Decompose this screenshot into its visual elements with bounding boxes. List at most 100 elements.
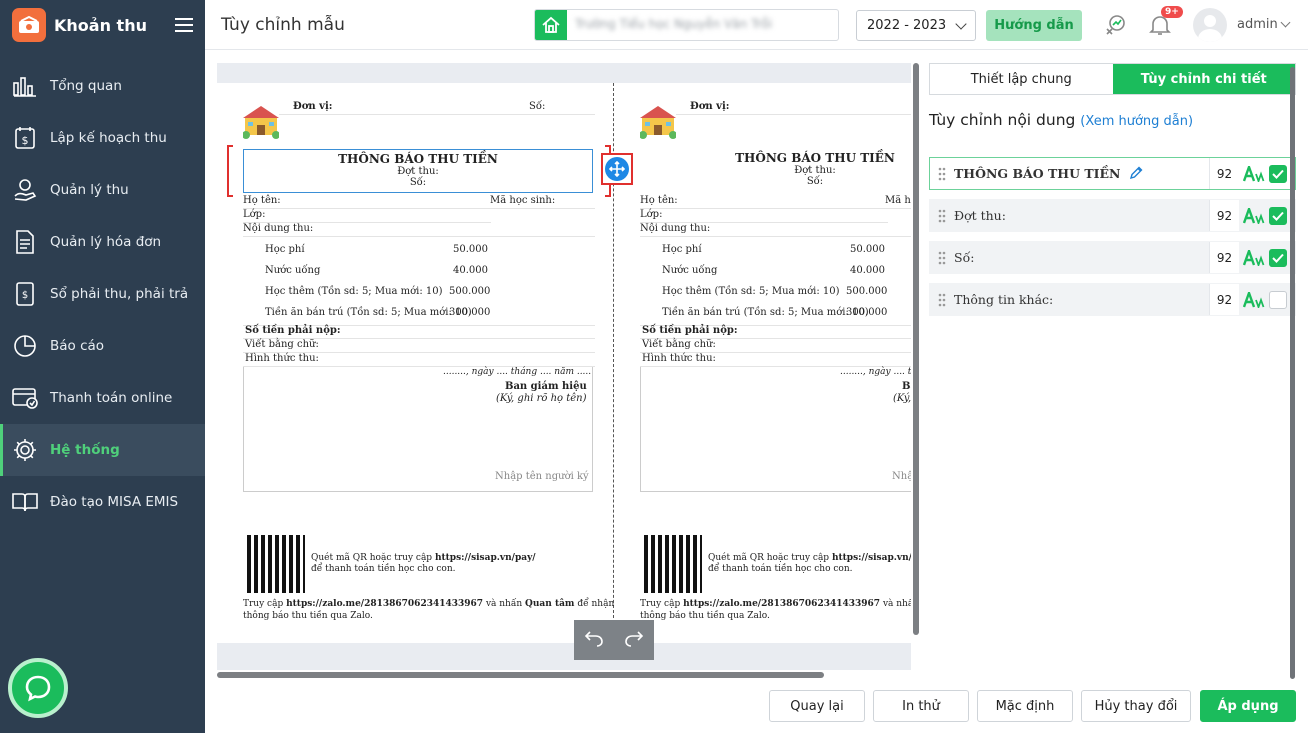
- date-line: ........, ngày .... tháng .... năm .....: [443, 367, 592, 377]
- guide-link[interactable]: (Xem hướng dẫn): [1080, 114, 1193, 129]
- class-label: Lớp:: [640, 209, 663, 220]
- content-item[interactable]: THÔNG BÁO THU TIỀN 92: [929, 157, 1296, 190]
- sidebar-item-quan-ly-thu[interactable]: Quản lý thu: [0, 164, 205, 216]
- school-selector[interactable]: Trường Tiểu học Nguyễn Văn Trỗi: [534, 9, 839, 41]
- font-style-icon[interactable]: [1239, 165, 1269, 182]
- move-handle[interactable]: [601, 153, 633, 185]
- sidebar-item-he-thong[interactable]: Hệ thống: [0, 424, 205, 476]
- no-label: Số:: [409, 177, 427, 188]
- user-name[interactable]: admin: [1237, 17, 1278, 32]
- avatar[interactable]: [1193, 8, 1227, 42]
- gear-icon: [12, 437, 38, 463]
- qr-text-2: để thanh toán tiền học cho con.: [311, 564, 456, 574]
- fee-amount: 40.000: [453, 265, 488, 276]
- preview-horizontal-scrollbar[interactable]: [217, 672, 824, 678]
- panel-tabs: Thiết lập chung Tùy chỉnh chi tiết: [929, 63, 1296, 95]
- search-trend-icon[interactable]: [1100, 10, 1130, 40]
- panel-heading: Tùy chỉnh nội dung (Xem hướng dẫn): [929, 111, 1194, 129]
- qr-text: Quét mã QR hoặc truy cập https://sisap.v…: [311, 553, 536, 563]
- sidebar-item-so-phai-thu[interactable]: $ Sổ phải thu, phải trả: [0, 268, 205, 320]
- sidebar-item-lap-ke-hoach-thu[interactable]: $ Lập kế hoạch thu: [0, 112, 205, 164]
- number-label: Số:: [529, 101, 546, 112]
- sidebar-item-label: Báo cáo: [50, 338, 105, 354]
- unit-label: Đơn vị:: [690, 101, 730, 112]
- tab-general-settings[interactable]: Thiết lập chung: [930, 64, 1113, 94]
- zalo-text-2: thông báo thu tiền qua Zalo.: [243, 611, 373, 621]
- chat-button[interactable]: [8, 658, 68, 718]
- tab-detail-settings[interactable]: Tùy chỉnh chi tiết: [1112, 64, 1295, 94]
- drag-handle-icon[interactable]: [930, 293, 954, 307]
- visibility-checkbox[interactable]: [1269, 206, 1287, 225]
- font-style-icon[interactable]: [1239, 291, 1269, 308]
- content-label: Nội dung thu:: [640, 223, 711, 234]
- font-size-input[interactable]: 92: [1209, 158, 1239, 189]
- fee-name: Học thêm (Tồn sd: 5; Mua mới: 10): [265, 286, 443, 297]
- preview-vertical-scrollbar[interactable]: [913, 63, 919, 635]
- panel-scrollbar[interactable]: [1290, 67, 1295, 679]
- font-style-icon[interactable]: [1239, 207, 1269, 224]
- font-style-icon[interactable]: [1239, 249, 1269, 266]
- fee-name: Học thêm (Tồn sd: 5; Mua mới: 10): [662, 286, 840, 297]
- qr-text-2: để thanh toán tiền học cho con.: [708, 564, 853, 574]
- undo-redo-bar: [574, 620, 654, 660]
- fee-amount: 500.000: [846, 286, 888, 297]
- visibility-checkbox[interactable]: [1269, 164, 1287, 183]
- brand: Khoản thu: [0, 0, 205, 50]
- font-size-input[interactable]: 92: [1209, 242, 1239, 273]
- school-year-select[interactable]: 2022 - 2023: [856, 10, 976, 41]
- fee-amount: 50.000: [453, 244, 488, 255]
- name-label: Họ tên:: [243, 195, 281, 206]
- method-label: Hình thức thu:: [642, 353, 716, 364]
- fee-name: Tiền ăn bán trú (Tồn sd: 5; Mua mới: 10): [265, 307, 472, 318]
- dollar-doc-icon: $: [12, 125, 38, 151]
- class-label: Lớp:: [243, 209, 266, 220]
- font-size-input[interactable]: 92: [1209, 284, 1239, 315]
- apply-button[interactable]: Áp dụng: [1200, 690, 1296, 722]
- in-words-label: Viết bằng chữ:: [245, 339, 319, 350]
- chevron-down-icon[interactable]: [1280, 17, 1291, 28]
- brand-title: Khoản thu: [54, 15, 147, 35]
- move-arrows-icon: [605, 157, 629, 181]
- menu-toggle-icon[interactable]: [175, 18, 193, 32]
- sidebar-item-dao-tao[interactable]: Đào tạo MISA EMIS: [0, 476, 205, 528]
- svg-text:$: $: [22, 290, 28, 301]
- signer-note: (Ký, ghi rõ họ tên): [496, 393, 587, 404]
- sidebar-item-thanh-toan-online[interactable]: Thanh toán online: [0, 372, 205, 424]
- zalo-text: Truy cập https://zalo.me/281386706234143…: [640, 599, 911, 609]
- drag-handle-icon[interactable]: [930, 251, 954, 265]
- content-item[interactable]: Thông tin khác: 92: [929, 283, 1296, 316]
- visibility-checkbox[interactable]: [1269, 248, 1287, 267]
- signer-name-input[interactable]: Nhập tên người ký: [495, 471, 589, 482]
- font-size-input[interactable]: 92: [1209, 200, 1239, 231]
- back-button[interactable]: Quay lại: [769, 690, 865, 722]
- print-test-button[interactable]: In thử: [873, 690, 969, 722]
- receipt-title-block[interactable]: THÔNG BÁO THU TIỀN Đợt thu: Số:: [243, 149, 593, 193]
- sidebar-item-bao-cao[interactable]: Báo cáo: [0, 320, 205, 372]
- sidebar-item-label: Hệ thống: [50, 442, 120, 458]
- sidebar-item-label: Lập kế hoạch thu: [50, 130, 167, 146]
- sidebar-item-label: Quản lý thu: [50, 182, 129, 198]
- guide-button[interactable]: Hướng dẫn: [986, 10, 1082, 41]
- method-label: Hình thức thu:: [245, 353, 319, 364]
- open-book-icon: [12, 489, 38, 515]
- redo-icon[interactable]: [624, 629, 644, 651]
- home-icon: [535, 10, 567, 40]
- svg-text:$: $: [22, 134, 29, 147]
- content-item-list: THÔNG BÁO THU TIỀN 92 Đợt thu: 92 Số: 92…: [929, 157, 1296, 316]
- visibility-checkbox[interactable]: [1269, 290, 1287, 309]
- sidebar-item-quan-ly-hoa-don[interactable]: Quản lý hóa đơn: [0, 216, 205, 268]
- fee-amount: 300.000: [846, 307, 888, 318]
- undo-icon[interactable]: [584, 629, 604, 651]
- drag-handle-icon[interactable]: [930, 167, 954, 181]
- content-item[interactable]: Số: 92: [929, 241, 1296, 274]
- content-item[interactable]: Đợt thu: 92: [929, 199, 1296, 232]
- sidebar-item-label: Tổng quan: [50, 78, 122, 94]
- cancel-changes-button[interactable]: Hủy thay đổi: [1081, 690, 1191, 722]
- chart-bars-icon: [12, 73, 38, 99]
- bell-icon[interactable]: 9+: [1145, 6, 1183, 40]
- drag-handle-icon[interactable]: [930, 209, 954, 223]
- qr-code: [644, 535, 702, 593]
- page-title: Tùy chỉnh mẫu: [221, 14, 345, 35]
- default-button[interactable]: Mặc định: [977, 690, 1073, 722]
- sidebar-item-tong-quan[interactable]: Tổng quan: [0, 60, 205, 112]
